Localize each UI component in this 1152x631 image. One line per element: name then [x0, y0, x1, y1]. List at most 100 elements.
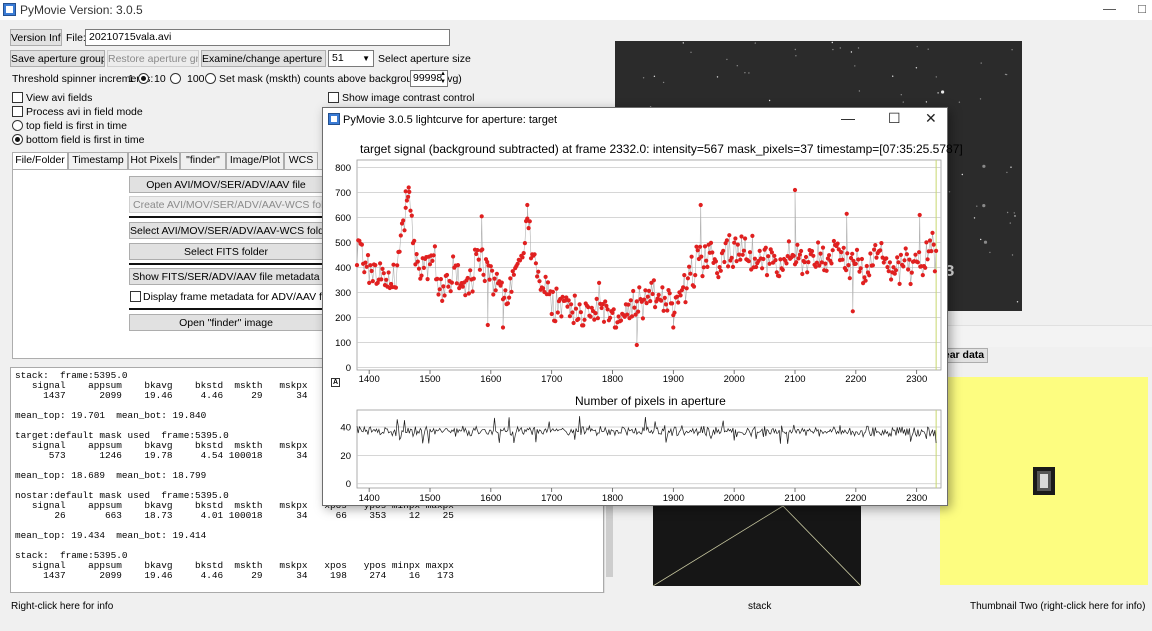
- thumbnail-star-image: [1033, 467, 1055, 495]
- pixels-x-tick-label: 1900: [663, 493, 684, 504]
- bottom-field-first-radio[interactable]: [12, 134, 23, 145]
- show-metadata-button[interactable]: Show FITS/SER/ADV/AAV file metadata: [129, 268, 323, 285]
- output-line: 1437 2099 19.46 4.46 29 34 198 274 16 17…: [15, 570, 454, 581]
- tab-image-plot[interactable]: Image/Plot: [226, 152, 284, 169]
- star-dot: [961, 173, 963, 176]
- contrast-control-label: Show image contrast control: [342, 92, 475, 104]
- top-field-first-radio[interactable]: [12, 120, 23, 131]
- status-right[interactable]: Thumbnail Two (right-click here for info…: [970, 601, 1145, 612]
- display-metadata-checkbox[interactable]: [130, 291, 141, 302]
- create-wcs-folder-button[interactable]: Create AVI/MOV/SER/ADV/AAV-WCS folder fr…: [129, 196, 323, 213]
- tab-wcs[interactable]: WCS: [284, 152, 318, 169]
- select-wcs-folder-button[interactable]: Select AVI/MOV/SER/ADV/AAV-WCS folder: [129, 222, 323, 239]
- star-dot: [980, 238, 982, 241]
- star-dot: [1006, 171, 1008, 174]
- star-dot: [1009, 222, 1011, 224]
- mask-threshold-spinner[interactable]: 99998 ▲ ▼: [410, 70, 448, 87]
- increment-100-label: 100: [187, 73, 205, 85]
- view-avi-fields-checkbox[interactable]: [12, 92, 23, 103]
- star-dot: [902, 101, 904, 103]
- star-dot: [832, 48, 834, 51]
- pixels-x-tick-label: 2300: [906, 493, 927, 504]
- tab-file-folder[interactable]: File/Folder: [12, 152, 68, 170]
- select-fits-folder-button[interactable]: Select FITS folder: [129, 243, 323, 260]
- star-dot: [839, 47, 841, 49]
- star-dot: [900, 94, 902, 96]
- status-middle: stack: [748, 601, 772, 612]
- increment-1-radio[interactable]: [138, 73, 149, 84]
- star-dot: [915, 67, 918, 69]
- window-title: PyMovie Version: 3.0.5: [20, 3, 143, 17]
- star-dot: [1011, 254, 1014, 256]
- restore-aperture-group-button[interactable]: Restore aperture group: [107, 50, 199, 67]
- star-dot: [925, 101, 928, 103]
- star-dot: [937, 92, 939, 94]
- star-dot: [690, 51, 692, 53]
- star-dot: [831, 41, 833, 44]
- star-dot: [941, 90, 945, 94]
- open-file-button[interactable]: Open AVI/MOV/SER/ADV/AAV file: [129, 176, 323, 193]
- star-dot: [768, 99, 771, 102]
- star-dot: [989, 251, 991, 254]
- star-dot: [857, 47, 860, 49]
- increment-100-radio[interactable]: [205, 73, 216, 84]
- stack-thumbnail[interactable]: [652, 505, 862, 587]
- star-dot: [682, 42, 684, 44]
- restore-button[interactable]: □: [1138, 1, 1146, 16]
- minimize-button[interactable]: —: [1103, 1, 1116, 16]
- star-dot: [927, 48, 929, 50]
- open-finder-image-button[interactable]: Open "finder" image: [129, 314, 323, 331]
- star-dot: [980, 62, 982, 64]
- field-mode-label: Process avi in field mode: [26, 106, 143, 118]
- star-dot: [662, 81, 665, 84]
- star-dot: [850, 51, 853, 53]
- star-dot: [736, 65, 738, 67]
- output-line: mean_top: 19.434 mean_bot: 19.414: [15, 530, 207, 541]
- pixels-x-tick-label: 2100: [784, 493, 805, 504]
- pixels-x-tick-label: 2000: [724, 493, 745, 504]
- spinner-arrows-icon[interactable]: ▲ ▼: [440, 70, 446, 86]
- increment-10-radio[interactable]: [170, 73, 181, 84]
- file-name-field[interactable]: 20210715vala.avi: [85, 29, 450, 46]
- star-dot: [1011, 49, 1013, 51]
- tab-finder[interactable]: "finder": [180, 152, 226, 169]
- separator-line: [129, 263, 323, 265]
- status-left[interactable]: Right-click here for info: [11, 601, 113, 612]
- examine-aperture-settings-button[interactable]: Examine/change aperture settings: [201, 50, 326, 67]
- lightcurve-dialog[interactable]: PyMovie 3.0.5 lightcurve for aperture: t…: [322, 107, 963, 507]
- aperture-size-label: Select aperture size: [378, 53, 471, 65]
- star-dot: [983, 240, 988, 244]
- thumbnail-two[interactable]: [940, 377, 1148, 585]
- save-aperture-group-button[interactable]: Save aperture group: [10, 50, 105, 67]
- star-dot: [795, 55, 797, 57]
- star-dot: [892, 75, 894, 77]
- star-dot: [748, 72, 750, 74]
- pixels-x-tick-label: 1400: [359, 493, 380, 504]
- field-mode-checkbox[interactable]: [12, 106, 23, 117]
- star-dot: [979, 98, 982, 100]
- aperture-size-select[interactable]: 51 ▼: [328, 50, 374, 67]
- star-dot: [982, 164, 986, 168]
- tab-timestamp[interactable]: Timestamp: [68, 152, 128, 169]
- tab-hot-pixels[interactable]: Hot Pixels: [128, 152, 180, 169]
- star-dot: [1016, 301, 1019, 303]
- star-dot: [1010, 166, 1012, 168]
- pixels-chart[interactable]: 0 20 40 1400 1500 1600 1700 1800 1900 2000 2100 220…: [323, 108, 949, 507]
- star-dot: [716, 76, 719, 78]
- mask-threshold-value: 99998: [413, 72, 443, 84]
- pixels-x-tick-label: 1700: [541, 493, 562, 504]
- star-dot: [1013, 212, 1015, 214]
- version-info-button[interactable]: Version Info: [10, 29, 62, 46]
- star-dot: [976, 205, 978, 207]
- increment-1-label: 1: [128, 73, 134, 85]
- star-dot: [1006, 211, 1009, 214]
- main-titlebar: PyMovie Version: 3.0.5 — □: [0, 0, 1152, 20]
- star-dot: [726, 58, 728, 61]
- top-field-first-label: top field is first in time: [26, 120, 127, 132]
- stack-image: [652, 505, 862, 587]
- contrast-control-checkbox[interactable]: [328, 92, 339, 103]
- aperture-size-value: 51: [332, 52, 344, 64]
- pixels-y-tick-label: 0: [346, 479, 351, 490]
- star-dot: [854, 65, 856, 67]
- pixels-x-tick-label: 1600: [480, 493, 501, 504]
